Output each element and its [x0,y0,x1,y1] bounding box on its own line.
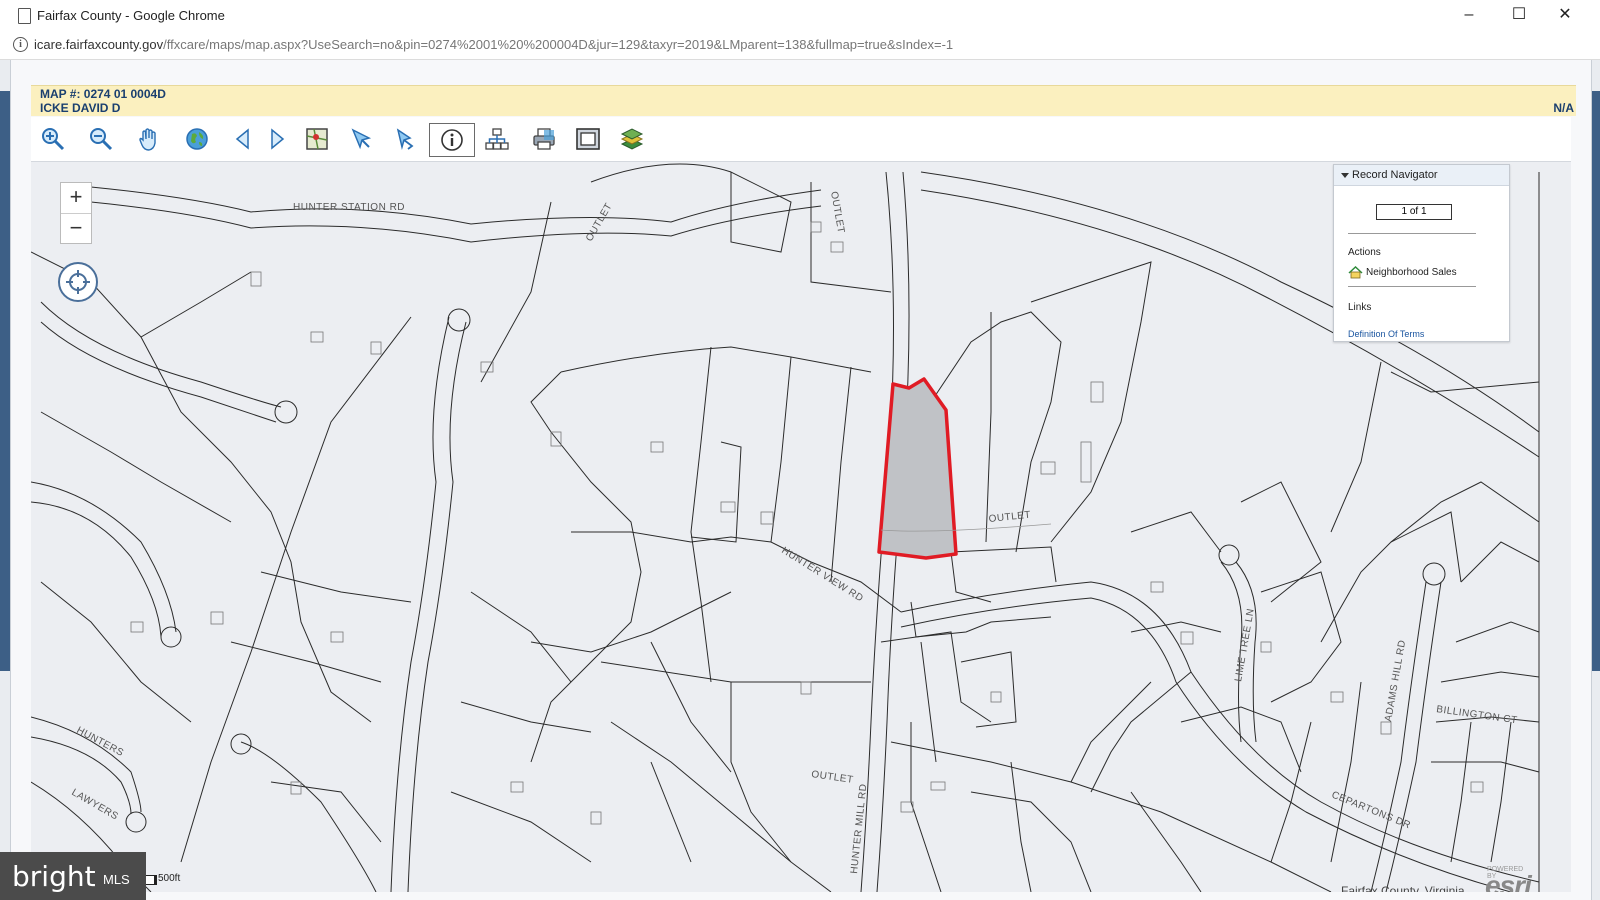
minimize-button[interactable]: – [1452,4,1486,26]
map-zoom-out-button[interactable]: − [61,213,91,244]
url-path: /ffxcare/maps/map.aspx?UseSearch=no&pin=… [163,37,954,52]
maximize-button[interactable]: ☐ [1502,4,1536,26]
map-zoom-in-button[interactable]: + [61,183,91,213]
divider [1348,286,1476,287]
bright-wordmark: bright [12,860,96,893]
record-navigator: Record Navigator 1 of 1 Actions Neighbor… [1333,164,1510,342]
house-icon [1348,266,1363,279]
zoom-to-window-icon[interactable] [572,123,604,155]
mls-wordmark: MLS [103,872,130,887]
map-number: MAP #: 0274 01 0004D [40,87,166,101]
pan-hand-icon[interactable] [133,123,165,155]
select-arrow-icon[interactable] [345,123,377,155]
neighborhood-sales-label: Neighborhood Sales [1366,267,1457,278]
parcel-map[interactable]: HUNTER STATION RD OUTLET OUTLET OUTLET O… [31,162,1571,892]
zoom-control: + − [60,182,92,244]
parcel-info-bar: MAP #: 0274 01 0004D ICKE DAVID D N/A [31,85,1576,116]
layers-icon[interactable] [616,123,648,155]
identify-info-icon[interactable] [429,123,475,157]
bright-mls-watermark: bright MLS [0,852,146,900]
owner-name: ICKE DAVID D [40,101,121,115]
parcel-status: N/A [1553,101,1574,115]
scale-label: 500ft [158,873,181,884]
next-extent-icon[interactable] [261,123,293,155]
url-text[interactable]: icare.fairfaxcounty.gov/ffxcare/maps/map… [34,37,953,52]
navigator-header[interactable]: Record Navigator [1334,165,1509,186]
map-popup: MAP #: 0274 01 0004D ICKE DAVID D N/A HU… [10,60,1592,900]
backdrop-band-left [0,91,10,671]
zoom-out-icon[interactable] [85,123,117,155]
zoom-in-icon[interactable] [37,123,69,155]
powered-by-label: POWERED BY [1487,866,1524,880]
divider [1348,233,1476,234]
actions-label: Actions [1348,247,1381,258]
print-icon[interactable] [528,123,560,155]
buffer-icon[interactable] [481,123,513,155]
locate-me-button[interactable] [58,262,98,302]
label-hunter-station-rd: HUNTER STATION RD [293,202,405,213]
county-credit: Fairfax County, Virginia [1341,884,1465,892]
links-label: Links [1348,302,1372,313]
url-host: icare.fairfaxcounty.gov [34,37,164,52]
map-toolbar [31,117,1571,162]
site-info-icon[interactable]: i [13,37,28,52]
collapse-triangle-icon [1341,173,1349,178]
close-button[interactable]: ✕ [1548,4,1582,26]
window-titlebar: Fairfax County - Google Chrome – ☐ ✕ [0,0,1600,32]
map-select-icon[interactable] [301,123,333,155]
address-bar[interactable]: i icare.fairfaxcounty.gov/ffxcare/maps/m… [0,31,1600,60]
previous-extent-icon[interactable] [227,123,259,155]
full-extent-globe-icon[interactable] [181,123,213,155]
document-icon [18,8,31,24]
crosshair-icon [66,270,90,294]
record-counter: 1 of 1 [1376,204,1452,220]
definition-of-terms-link[interactable]: Definition Of Terms [1348,329,1424,339]
neighborhood-sales-link[interactable]: Neighborhood Sales [1348,266,1457,279]
esri-logo: POWERED BY esri [1485,866,1532,892]
measure-icon[interactable] [389,123,421,155]
window-title: Fairfax County - Google Chrome [37,8,225,23]
navigator-title: Record Navigator [1352,169,1438,181]
